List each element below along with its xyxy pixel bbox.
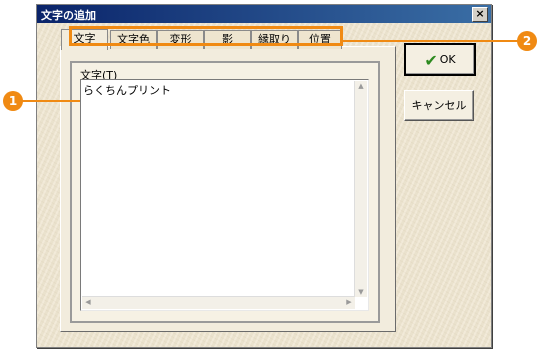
title-bar[interactable]: 文字の追加 × bbox=[37, 5, 491, 23]
close-icon: × bbox=[475, 7, 485, 20]
scroll-down-arrow-icon[interactable]: ▼ bbox=[355, 288, 367, 296]
tab-outline[interactable]: 縁取り bbox=[251, 30, 298, 49]
tab-transform[interactable]: 変形 bbox=[157, 30, 204, 49]
ok-button-label: OK bbox=[439, 53, 456, 66]
ok-button[interactable]: ✔ OK bbox=[404, 43, 476, 76]
scroll-right-arrow-icon[interactable]: ▶ bbox=[343, 298, 355, 306]
cancel-button-label: キャンセル bbox=[411, 99, 467, 112]
text-input-area[interactable]: らくちんプリント ▲ ▼ ◀ ▶ bbox=[80, 79, 369, 311]
text-input-value: らくちんプリント bbox=[83, 84, 171, 97]
vertical-scrollbar[interactable]: ▲ ▼ bbox=[354, 81, 367, 297]
tab-position[interactable]: 位置 bbox=[298, 30, 342, 49]
horizontal-scrollbar[interactable]: ◀ ▶ bbox=[82, 296, 355, 309]
tab-text[interactable]: 文字 bbox=[61, 29, 108, 50]
callout-2: 2 bbox=[517, 31, 537, 51]
close-button[interactable]: × bbox=[472, 7, 488, 22]
window-title: 文字の追加 bbox=[41, 9, 96, 22]
callout-1-line bbox=[22, 100, 80, 102]
scroll-up-arrow-icon[interactable]: ▲ bbox=[355, 82, 367, 90]
callout-1: 1 bbox=[3, 91, 23, 111]
scroll-left-arrow-icon[interactable]: ◀ bbox=[82, 298, 94, 306]
tab-shadow[interactable]: 影 bbox=[204, 30, 251, 49]
cancel-button[interactable]: キャンセル bbox=[404, 90, 474, 121]
tab-text-color[interactable]: 文字色 bbox=[110, 30, 157, 49]
callout-2-line bbox=[343, 40, 518, 42]
check-icon: ✔ bbox=[424, 50, 438, 70]
